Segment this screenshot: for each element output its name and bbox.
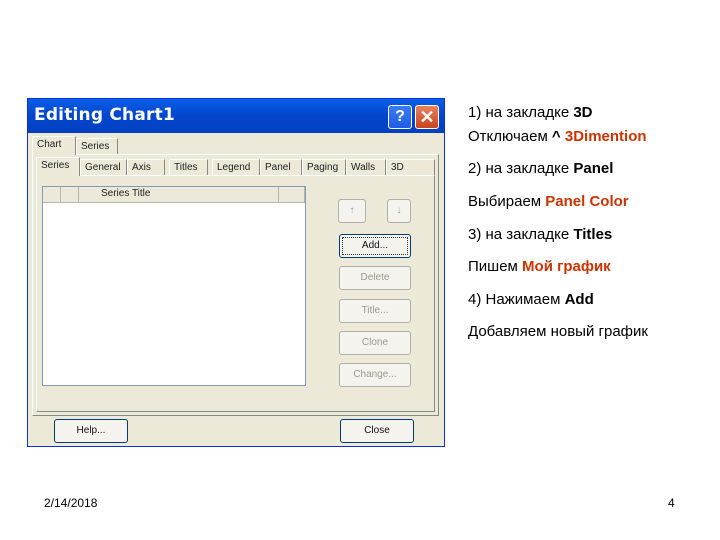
delete-label: Delete (360, 272, 390, 283)
note-step4-detail-text: Добавляем новый график (468, 323, 648, 340)
note-step4-prefix: 4) Нажимаем (468, 291, 565, 308)
note-step4-detail: Добавляем новый график (468, 323, 648, 340)
note-step1-detail-prefix: Отключаем (468, 128, 552, 145)
series-title-header: Series Title (101, 188, 151, 199)
note-step2-bold: Panel (573, 160, 614, 177)
add-series-button[interactable]: Add... (339, 234, 411, 258)
help-icon: ? (395, 108, 405, 125)
help-title-button[interactable]: ? (388, 105, 412, 129)
close-button[interactable]: Close (340, 419, 414, 443)
tab-chart-label: Chart (37, 139, 62, 150)
title-series-button[interactable]: Title... (339, 299, 411, 323)
title-label: Title... (361, 305, 389, 316)
tab-paging[interactable]: Paging (302, 159, 346, 176)
note-step3: 3) на закладке Titles (468, 226, 612, 243)
note-step1-prefix: 1) на закладке (468, 104, 574, 121)
tab-panel-label: Panel (265, 162, 291, 173)
note-step2-prefix: 2) на закладке (468, 160, 574, 177)
close-title-button[interactable]: ✕ (415, 105, 439, 129)
tab-axis-label: Axis (132, 162, 151, 173)
note-step4: 4) Нажимаем Add (468, 291, 594, 308)
editing-chart-dialog: Editing Chart1 ? ✕ Chart Series Series G… (27, 98, 445, 447)
tab-panel[interactable]: Panel (260, 159, 302, 176)
clone-label: Clone (361, 337, 389, 348)
note-step3-detail-prefix: Пишем (468, 258, 523, 275)
series-list[interactable]: Series Title (42, 186, 306, 386)
tab-titles[interactable]: Titles (169, 159, 208, 176)
list-header-col2 (61, 187, 79, 203)
list-header-series-title: Series Title (79, 187, 279, 203)
close-label: Close (364, 425, 390, 436)
tab-3d[interactable]: 3D (386, 159, 435, 176)
tab-series-top-label: Series (81, 141, 110, 152)
note-step3-bold: Titles (573, 226, 613, 243)
arrow-down-icon: ↓ (396, 205, 402, 216)
tab-walls[interactable]: Walls (346, 159, 386, 176)
change-series-button[interactable]: Change... (339, 363, 411, 387)
tab-series[interactable]: Series (36, 157, 80, 176)
list-header-col4 (279, 187, 305, 203)
note-step4-bold: Add (564, 291, 594, 308)
add-label: Add... (361, 240, 389, 251)
dialog-titlebar[interactable]: Editing Chart1 ? ✕ (28, 99, 444, 133)
footer-date: 2/14/2018 (44, 496, 98, 510)
change-label: Change... (353, 369, 397, 380)
tab-legend[interactable]: Legend (212, 159, 260, 176)
tab-walls-label: Walls (351, 162, 376, 173)
help-button[interactable]: Help... (54, 419, 128, 443)
note-step2-highlight: Panel Color (545, 193, 629, 210)
note-step3-detail: Пишем Мой график (468, 258, 611, 275)
footer-page-number: 4 (668, 496, 675, 510)
delete-series-button[interactable]: Delete (339, 266, 411, 290)
tab-titles-label: Titles (174, 162, 198, 173)
move-down-button[interactable]: ↓ (387, 199, 411, 223)
note-step3-highlight: Мой график (522, 258, 611, 275)
note-step1-highlight: 3Dimention (564, 128, 647, 145)
note-step1-bold: 3D (573, 104, 593, 121)
arrow-up-icon: ↑ (349, 205, 355, 216)
tab-legend-label: Legend (217, 162, 251, 173)
note-step2-detail: Выбираем Panel Color (468, 193, 629, 210)
tab-series-top[interactable]: Series (76, 138, 118, 155)
tab-general-label: General (85, 162, 121, 173)
tab-general[interactable]: General (80, 159, 127, 176)
move-up-button[interactable]: ↑ (338, 199, 366, 223)
note-step2: 2) на закладке Panel (468, 160, 613, 177)
note-step1: 1) на закладке 3D (468, 104, 593, 121)
note-step3-prefix: 3) на закладке (468, 226, 574, 243)
note-step1-detail: Отключаем ^ 3Dimention (468, 128, 647, 145)
tab-axis[interactable]: Axis (127, 159, 165, 176)
dialog-title: Editing Chart1 (34, 105, 175, 125)
list-header-col1 (43, 187, 61, 203)
close-icon: ✕ (419, 107, 435, 127)
help-label: Help... (76, 425, 106, 436)
note-step1-detail-caret: ^ (551, 128, 565, 145)
note-step2-detail-prefix: Выбираем (468, 193, 546, 210)
clone-series-button[interactable]: Clone (339, 331, 411, 355)
tab-chart[interactable]: Chart (32, 136, 76, 155)
tab-series-label: Series (41, 160, 70, 171)
tab-3d-label: 3D (391, 162, 404, 173)
tab-paging-label: Paging (307, 162, 339, 173)
